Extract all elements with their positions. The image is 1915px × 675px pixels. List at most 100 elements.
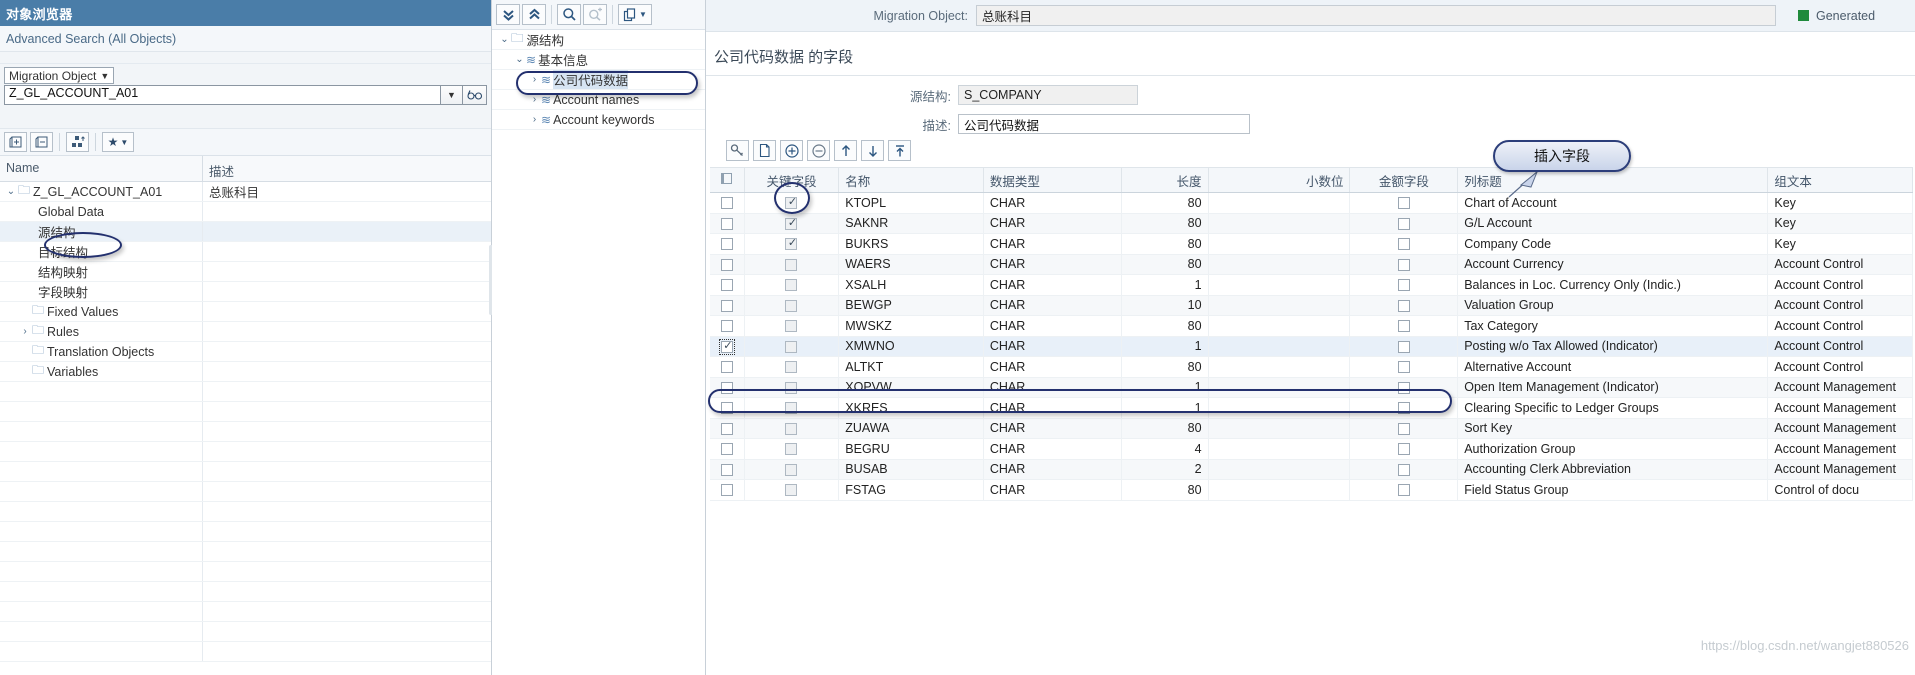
grid-cell-keyfield-checkbox[interactable] [744,397,840,419]
copy-button[interactable]: ▼ [618,4,652,25]
grid-cell-keyfield-checkbox[interactable] [744,295,840,316]
grid-cell-keyfield-checkbox[interactable] [744,418,840,439]
amount-checkbox[interactable] [1397,279,1410,292]
keyfield-checkbox[interactable] [785,216,798,230]
grid-cell-select-checkbox[interactable] [710,397,745,419]
grid-column-header-grouptext[interactable]: 组文本 [1767,167,1913,193]
select-checkbox[interactable] [720,484,733,497]
grid-cell-amount-checkbox[interactable] [1349,356,1459,378]
keyfield-checkbox[interactable] [785,443,798,456]
grid-cell-select-checkbox[interactable] [710,438,745,460]
chevron-down-icon[interactable]: ⌄ [498,34,511,45]
grid-cell-select-checkbox[interactable] [710,274,745,296]
chevron-right-icon[interactable]: › [528,114,541,125]
grid-cell-amount-checkbox[interactable] [1349,438,1459,460]
keyfield-checkbox[interactable] [785,258,798,271]
table-row[interactable]: XMWNOCHAR1 Posting w/o Tax Allowed (Indic… [710,336,1913,357]
structure-tree-row[interactable]: › ≋ Account keywords [492,110,705,130]
select-checkbox[interactable] [720,463,733,476]
grid-cell-amount-checkbox[interactable] [1349,315,1459,337]
table-row[interactable]: XOPVW CHAR 1 Open Item Management (Indicato… [710,377,1913,398]
select-checkbox[interactable] [720,361,733,374]
select-checkbox[interactable] [720,422,733,435]
keyfield-checkbox[interactable] [785,463,798,476]
chevron-right-icon[interactable]: › [528,94,541,105]
amount-checkbox[interactable] [1397,197,1410,210]
keyfield-checkbox[interactable] [785,195,798,210]
table-row[interactable]: WAERS CHAR 80 Account Currency Account Contr… [710,254,1913,275]
grid-cell-keyfield-checkbox[interactable] [744,233,840,255]
amount-checkbox[interactable] [1397,320,1410,333]
amount-checkbox[interactable] [1397,484,1410,497]
grid-cell-keyfield-checkbox[interactable] [744,315,840,337]
keyfield-checkbox[interactable] [785,279,798,292]
grid-cell-keyfield-checkbox[interactable] [744,438,840,460]
amount-checkbox[interactable] [1397,217,1410,230]
keyfield-checkbox[interactable] [785,402,798,415]
hierarchy-up-button[interactable] [66,132,89,152]
amount-checkbox[interactable] [1397,422,1410,435]
value-help-icon[interactable] [463,85,487,105]
grid-cell-select-checkbox[interactable] [710,377,745,398]
object-tree-row[interactable]: › 🗀 Rules [0,322,491,342]
amount-checkbox[interactable] [1397,443,1410,456]
select-checkbox[interactable] [718,338,735,355]
object-tree-row[interactable]: Global Data [0,202,491,222]
amount-checkbox[interactable] [1397,463,1410,476]
keyfield-checkbox[interactable] [785,236,798,251]
table-row[interactable]: MWSKZ CHAR 80 Tax Category Account Control [710,315,1913,337]
grid-cell-select-checkbox[interactable] [710,254,745,275]
amount-checkbox[interactable] [1397,299,1410,312]
grid-column-header-length[interactable]: 长度 [1121,167,1209,193]
keyfield-checkbox[interactable] [785,422,798,435]
grid-cell-amount-checkbox[interactable] [1349,295,1459,316]
grid-cell-amount-checkbox[interactable] [1349,418,1459,439]
grid-cell-select-checkbox[interactable] [710,233,745,255]
table-row[interactable]: BUKRSCHAR80 Company CodeKey [710,233,1913,255]
grid-cell-keyfield-checkbox[interactable] [744,274,840,296]
table-row[interactable]: FSTAG CHAR 80 Field Status Group Control of … [710,479,1913,501]
grid-cell-keyfield-checkbox[interactable] [744,213,840,234]
table-row[interactable]: BUSAB CHAR 2 Accounting Clerk Abbreviation A… [710,459,1913,480]
amount-checkbox[interactable] [1397,258,1410,271]
search-button[interactable] [557,4,581,25]
select-checkbox[interactable] [720,217,733,230]
expand-all-button[interactable] [522,4,546,25]
grid-column-header-select[interactable] [710,167,745,193]
grid-cell-amount-checkbox[interactable] [1349,213,1459,234]
grid-cell-select-checkbox[interactable] [710,418,745,439]
chevron-down-icon[interactable]: ⌄ [4,186,18,197]
grid-cell-select-checkbox[interactable] [710,479,745,501]
grid-column-header-decimals[interactable]: 小数位 [1208,167,1351,193]
table-row[interactable]: KTOPLCHAR80Chart of AccountKey [710,192,1913,214]
grid-cell-select-checkbox[interactable] [710,315,745,337]
grid-cell-select-checkbox[interactable] [710,295,745,316]
expand-node-button[interactable] [4,132,27,152]
amount-checkbox[interactable] [1397,361,1410,374]
grid-cell-keyfield-checkbox[interactable] [744,377,840,398]
grid-cell-amount-checkbox[interactable] [1349,377,1459,398]
object-tree-row[interactable]: ⌄ 🗀 Z_GL_ACCOUNT_A01 总账科目 [0,182,491,202]
grid-column-header-amount[interactable]: 金额字段 [1349,167,1459,193]
grid-cell-keyfield-checkbox[interactable] [744,192,840,214]
move-to-top-button[interactable] [888,140,911,161]
keyfield-checkbox[interactable] [785,320,798,333]
collapse-node-button[interactable] [30,132,53,152]
table-row[interactable]: SAKNRCHAR80 G/L AccountKey [710,213,1913,234]
structure-tree-row[interactable]: › ≋ 公司代码数据 [492,70,705,90]
keyfield-checkbox[interactable] [785,340,798,353]
select-checkbox[interactable] [720,443,733,456]
grid-cell-select-checkbox[interactable] [710,192,745,214]
grid-column-header-keyfield[interactable]: 关键字段 [744,167,840,193]
grid-cell-keyfield-checkbox[interactable] [744,479,840,501]
grid-cell-amount-checkbox[interactable] [1349,254,1459,275]
move-up-button[interactable] [834,140,857,161]
grid-cell-keyfield-checkbox[interactable] [744,459,840,480]
grid-cell-amount-checkbox[interactable] [1349,397,1459,419]
new-document-button[interactable] [753,140,776,161]
chevron-right-icon[interactable]: › [18,326,32,337]
grid-cell-amount-checkbox[interactable] [1349,192,1459,214]
insert-field-button[interactable] [780,140,803,161]
select-checkbox[interactable] [720,320,733,333]
grid-cell-select-checkbox[interactable] [710,459,745,480]
